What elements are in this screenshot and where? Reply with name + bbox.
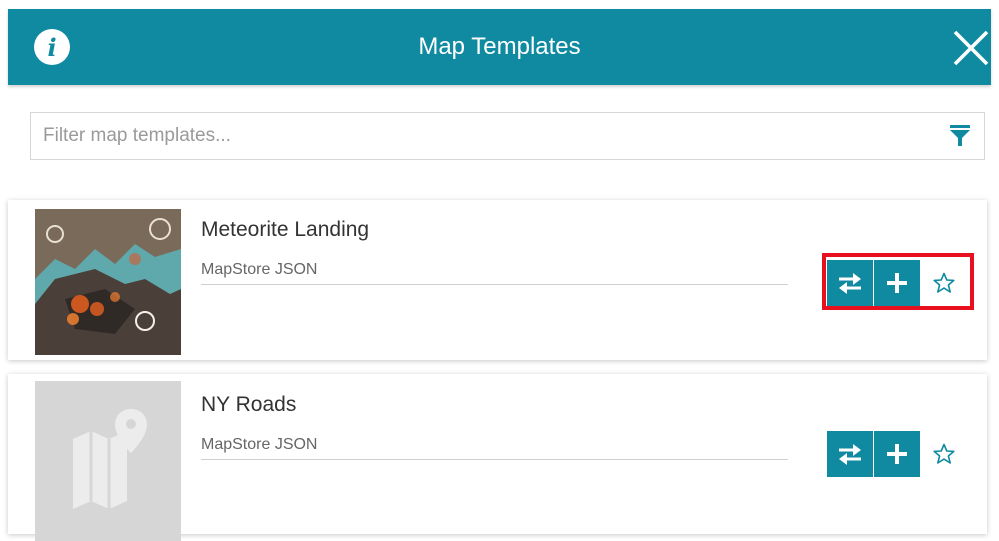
template-card-ny-roads[interactable]: NY Roads MapStore JSON [8, 374, 987, 541]
template-card-meteorite-landing[interactable]: Meteorite Landing MapStore JSON [8, 200, 987, 360]
template-actions [827, 431, 967, 477]
star-outline-icon [933, 443, 955, 464]
filter-icon[interactable] [950, 125, 970, 147]
add-button[interactable] [874, 260, 920, 306]
replace-button[interactable] [827, 260, 873, 306]
favorite-button[interactable] [921, 260, 967, 306]
replace-icon [839, 273, 861, 294]
add-icon [887, 273, 907, 293]
filter-box [30, 112, 985, 160]
divider [201, 459, 788, 460]
template-title: Meteorite Landing [201, 218, 370, 241]
header-bar: i Map Templates [8, 9, 991, 85]
filter-input[interactable] [31, 113, 955, 159]
info-icon[interactable]: i [34, 29, 70, 65]
close-icon[interactable] [952, 29, 990, 67]
add-icon [887, 444, 907, 464]
template-format: MapStore JSON [201, 261, 318, 278]
replace-icon [839, 444, 861, 465]
star-outline-icon [933, 272, 955, 293]
panel-title: Map Templates [418, 33, 581, 60]
divider [201, 284, 788, 285]
template-actions [827, 260, 967, 306]
replace-button[interactable] [827, 431, 873, 477]
map-placeholder-icon [35, 381, 181, 541]
favorite-button[interactable] [921, 431, 967, 477]
template-format: MapStore JSON [201, 436, 318, 453]
map-placeholder [35, 381, 181, 541]
add-button[interactable] [874, 431, 920, 477]
map-thumbnail [35, 209, 181, 355]
template-title: NY Roads [201, 393, 297, 416]
